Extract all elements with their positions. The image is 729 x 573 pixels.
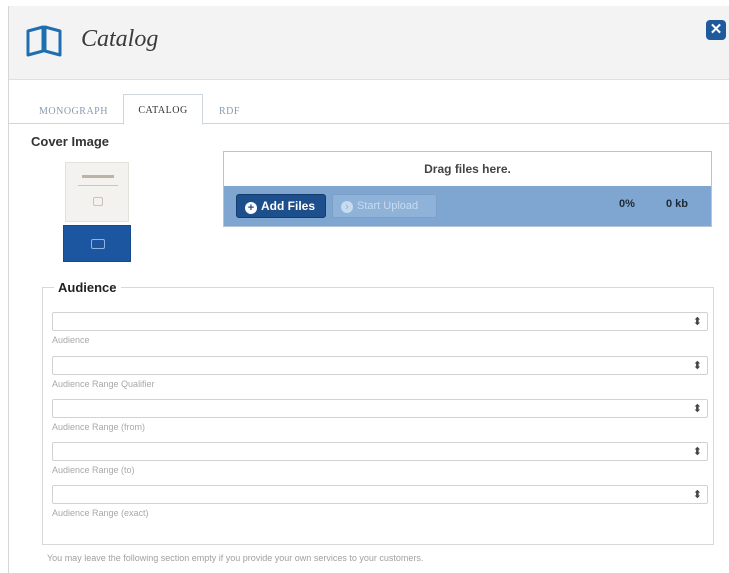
close-icon[interactable]: ✕ xyxy=(710,21,723,38)
audience-range-exact-select[interactable]: ⬍ xyxy=(52,485,708,504)
upload-progress: 0% xyxy=(619,198,635,210)
plus-icon: + xyxy=(245,202,257,214)
file-uploader: Drag files here. + Add Files › Start Uploa… xyxy=(223,151,712,227)
modal-header: Catalog xyxy=(9,6,729,80)
book-icon xyxy=(26,25,62,57)
cover-image-button[interactable] xyxy=(63,225,131,262)
upload-toolbar: + Add Files › Start Upload 0% 0 kb xyxy=(224,186,711,226)
modal-title: Catalog xyxy=(81,26,159,52)
start-upload-label: Start Upload xyxy=(357,200,419,212)
audience-label: Audience xyxy=(52,335,90,345)
cover-image-label: Cover Image xyxy=(31,134,110,149)
select-arrows-icon: ⬍ xyxy=(692,446,702,458)
tab-monograph[interactable]: MONOGRAPH xyxy=(31,100,116,124)
audience-range-qualifier-label: Audience Range Qualifier xyxy=(52,379,155,389)
cover-thumbnail xyxy=(65,162,129,222)
select-arrows-icon: ⬍ xyxy=(692,403,702,415)
audience-range-to-label: Audience Range (to) xyxy=(52,465,135,475)
upload-size: 0 kb xyxy=(666,198,689,210)
footnote: You may leave the following section empt… xyxy=(47,553,424,563)
audience-range-to-select[interactable]: ⬍ xyxy=(52,442,708,461)
add-files-button[interactable]: + Add Files xyxy=(236,194,326,218)
audience-range-from-label: Audience Range (from) xyxy=(52,422,146,432)
add-files-label: Add Files xyxy=(261,199,316,213)
tab-bar: MONOGRAPH CATALOG RDF xyxy=(9,94,729,125)
image-icon xyxy=(91,239,105,249)
audience-legend: Audience xyxy=(54,280,121,295)
audience-range-exact-label: Audience Range (exact) xyxy=(52,508,149,518)
select-arrows-icon: ⬍ xyxy=(692,360,702,372)
audience-range-qualifier-select[interactable]: ⬍ xyxy=(52,356,708,375)
tab-rdf[interactable]: RDF xyxy=(211,100,248,124)
tab-catalog[interactable]: CATALOG xyxy=(123,94,203,125)
audience-select[interactable]: ⬍ xyxy=(52,312,708,331)
drop-zone[interactable]: Drag files here. xyxy=(224,152,711,186)
close-button[interactable]: ✕ xyxy=(706,20,726,40)
start-upload-button[interactable]: › Start Upload xyxy=(332,194,437,218)
select-arrows-icon: ⬍ xyxy=(692,489,702,501)
catalog-modal: Catalog ✕ MONOGRAPH CATALOG RDF Cover Im… xyxy=(8,6,729,573)
audience-range-from-select[interactable]: ⬍ xyxy=(52,399,708,418)
select-arrows-icon: ⬍ xyxy=(692,316,702,328)
upload-icon: › xyxy=(341,201,353,213)
